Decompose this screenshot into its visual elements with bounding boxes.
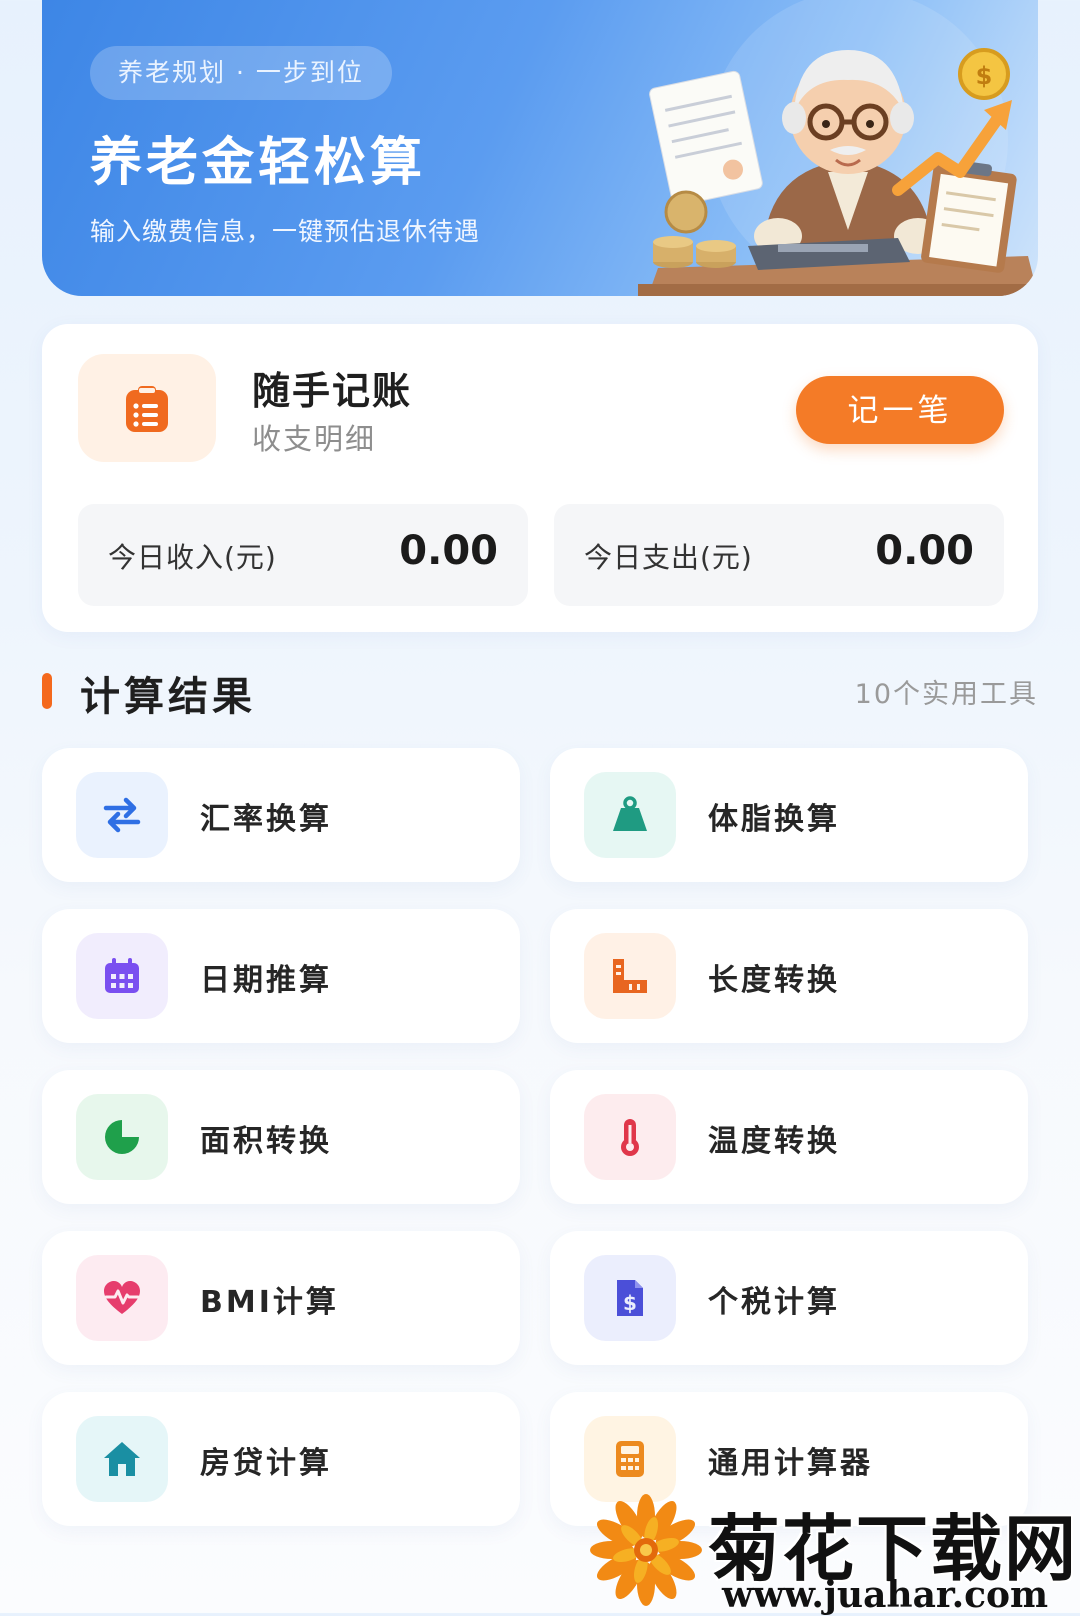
today-expense-box: 今日支出(元) 0.00	[554, 504, 1004, 606]
tool-label: 面积转换	[200, 1124, 332, 1159]
ruler-icon	[584, 933, 676, 1019]
tool-date-calc[interactable]: 日期推算	[42, 909, 520, 1043]
today-income-box: 今日收入(元) 0.00	[78, 504, 528, 606]
exchange-arrows-icon	[76, 772, 168, 858]
tool-length-convert[interactable]: 长度转换	[550, 909, 1028, 1043]
heart-pulse-icon	[76, 1255, 168, 1341]
banner-title: 养老金轻松算	[90, 133, 427, 193]
tool-area-convert[interactable]: 面积转换	[42, 1070, 520, 1204]
ledger-subtitle: 收支明细	[252, 422, 377, 456]
banner-subtitle: 输入缴费信息，一键预估退休待遇	[90, 217, 481, 246]
tax-document-icon: $	[584, 1255, 676, 1341]
elderly-man-calculator-illustration: $	[638, 0, 1038, 296]
tool-label: 温度转换	[708, 1124, 840, 1159]
svg-text:$: $	[623, 1291, 637, 1315]
tool-label: 通用计算器	[708, 1446, 873, 1481]
retirement-banner[interactable]: 养老规划 · 一步到位 养老金轻松算 输入缴费信息，一键预估退休待遇 $	[42, 0, 1038, 296]
tool-label: 体脂换算	[708, 802, 840, 837]
tool-temperature-convert[interactable]: 温度转换	[550, 1070, 1028, 1204]
svg-text:$: $	[976, 62, 993, 90]
tool-label: BMI计算	[200, 1285, 339, 1320]
tool-label: 汇率换算	[200, 802, 332, 837]
ledger-card: 随手记账 收支明细 记一笔 今日收入(元) 0.00 今日支出(元) 0.00	[42, 324, 1038, 632]
weight-icon	[584, 772, 676, 858]
tool-label: 个税计算	[708, 1285, 840, 1320]
tool-exchange-rate[interactable]: 汇率换算	[42, 748, 520, 882]
today-expense-value: 0.00	[875, 528, 974, 574]
tool-label: 长度转换	[708, 963, 840, 998]
tool-body-fat[interactable]: 体脂换算	[550, 748, 1028, 882]
section-accent-bar	[42, 673, 52, 709]
tool-income-tax[interactable]: $ 个税计算	[550, 1231, 1028, 1365]
today-income-label: 今日收入(元)	[108, 541, 277, 574]
ledger-title: 随手记账	[252, 369, 413, 413]
chrysanthemum-logo-icon	[590, 1494, 702, 1606]
record-entry-button[interactable]: 记一笔	[796, 376, 1004, 444]
today-expense-label: 今日支出(元)	[584, 541, 753, 574]
tool-mortgage[interactable]: 房贷计算	[42, 1392, 520, 1526]
calendar-icon	[76, 933, 168, 1019]
watermark: 菊花下载网 www.juahar.com	[590, 1486, 1080, 1616]
banner-tag: 养老规划 · 一步到位	[90, 46, 392, 100]
thermometer-icon	[584, 1094, 676, 1180]
tool-label: 房贷计算	[200, 1446, 332, 1481]
tool-count: 10个实用工具	[854, 679, 1038, 710]
clipboard-list-icon	[78, 354, 216, 462]
tool-label: 日期推算	[200, 963, 332, 998]
section-title: 计算结果	[80, 674, 256, 720]
pie-chart-icon	[76, 1094, 168, 1180]
today-income-value: 0.00	[399, 528, 498, 574]
tool-bmi[interactable]: BMI计算	[42, 1231, 520, 1365]
house-icon	[76, 1416, 168, 1502]
watermark-url: www.juahar.com	[722, 1574, 1049, 1616]
